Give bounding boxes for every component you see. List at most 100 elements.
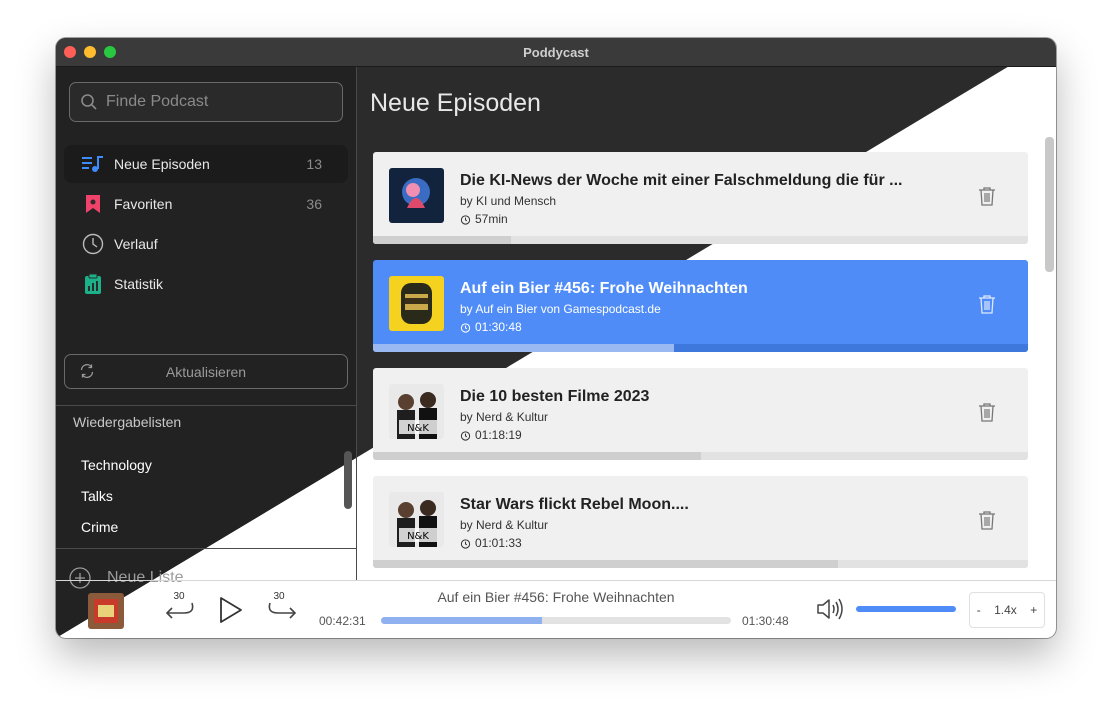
svg-text:N&K: N&K bbox=[407, 423, 429, 434]
episode-list-scrollbar[interactable] bbox=[1045, 137, 1054, 272]
window-title: Poddycast bbox=[523, 44, 589, 60]
episode-duration: 01:18:19 bbox=[460, 428, 522, 442]
volume-icon[interactable] bbox=[816, 598, 844, 620]
episode-duration-text: 01:18:19 bbox=[475, 428, 522, 442]
title-bar: Poddycast bbox=[56, 38, 1056, 67]
episode-card[interactable]: Auf ein Bier #456: Frohe Weihnachten by … bbox=[373, 260, 1028, 352]
app-window: Poddycast Finde Podcast Neue Episoden 13… bbox=[56, 38, 1056, 638]
sidebar: Neue Episoden 13 Favoriten 36 Verlauf bbox=[56, 67, 357, 589]
trash-icon[interactable] bbox=[978, 510, 996, 530]
episode-title: Die KI-News der Woche mit einer Falschme… bbox=[460, 172, 903, 189]
episode-progress-fill bbox=[373, 560, 839, 568]
sidebar-item-label: Neue Episoden bbox=[114, 156, 210, 172]
episode-duration: 01:30:48 bbox=[460, 320, 522, 334]
episode-author: by Auf ein Bier von Gamespodcast.de bbox=[460, 302, 661, 316]
window-controls bbox=[64, 46, 116, 58]
volume-slider[interactable] bbox=[856, 606, 956, 612]
playback-progress-fill bbox=[381, 617, 542, 624]
refresh-label: Aktualisieren bbox=[165, 363, 247, 380]
trash-icon[interactable] bbox=[978, 402, 996, 422]
speed-increase-button[interactable]: + bbox=[1030, 603, 1037, 617]
timer-icon bbox=[460, 538, 471, 549]
now-playing-cover[interactable] bbox=[88, 593, 124, 629]
svg-text:N&K: N&K bbox=[407, 531, 429, 542]
sidebar-item-label: Statistik bbox=[114, 276, 164, 292]
speed-value: 1.4x bbox=[994, 603, 1017, 617]
volume-fill bbox=[856, 606, 956, 612]
episode-card[interactable]: N&K Star Wars flickt Rebel Moon.... by N… bbox=[373, 476, 1028, 568]
refresh-button[interactable]: Aktualisieren bbox=[64, 354, 348, 389]
playlist-list: Technology Talks Crime bbox=[81, 457, 152, 550]
episode-author: by Nerd & Kultur bbox=[460, 410, 549, 424]
timer-icon bbox=[460, 214, 471, 225]
playlist-item-technology[interactable]: Technology bbox=[81, 457, 152, 488]
skip-back-seconds: 30 bbox=[173, 591, 185, 602]
search-box[interactable] bbox=[69, 82, 343, 122]
speed-decrease-button[interactable]: - bbox=[977, 603, 981, 617]
episode-author: by Nerd & Kultur bbox=[460, 518, 549, 532]
playlist-item-talks[interactable]: Talks bbox=[81, 488, 152, 519]
episode-title: Auf ein Bier #456: Frohe Weihnachten bbox=[460, 280, 748, 297]
podcast-cover-ki-und-mensch bbox=[389, 168, 444, 223]
episode-progress-fill bbox=[373, 236, 511, 244]
episode-duration: 57min bbox=[460, 212, 508, 226]
playlist-item-crime[interactable]: Crime bbox=[81, 519, 152, 550]
now-playing-title: Auf ein Bier #456: Frohe Weihnachten bbox=[437, 589, 675, 605]
music-list-icon bbox=[82, 153, 104, 175]
total-time: 01:30:48 bbox=[742, 614, 789, 628]
playback-progress-slider[interactable] bbox=[381, 617, 731, 624]
podcast-cover-auf-ein-bier bbox=[389, 276, 444, 331]
episode-duration-text: 01:01:33 bbox=[475, 536, 522, 550]
maximize-window-button[interactable] bbox=[104, 46, 116, 58]
episode-title: Star Wars flickt Rebel Moon.... bbox=[460, 496, 689, 513]
episode-title: Die 10 besten Filme 2023 bbox=[460, 388, 650, 405]
episode-author: by KI und Mensch bbox=[460, 194, 557, 208]
clipboard-chart-icon bbox=[82, 273, 104, 295]
episode-duration-text: 01:30:48 bbox=[475, 320, 522, 334]
playlists-heading: Wiedergabelisten bbox=[73, 414, 182, 430]
episode-duration: 01:01:33 bbox=[460, 536, 522, 550]
skip-forward-seconds: 30 bbox=[273, 591, 285, 602]
player-bar: 30 30 Auf ein Bier #456: Frohe Weihnacht… bbox=[56, 580, 1056, 638]
podcast-cover-nerd-und-kultur: N&K bbox=[389, 492, 444, 547]
episode-progress-bar bbox=[373, 236, 1028, 244]
episode-progress-bar bbox=[373, 344, 1028, 352]
page-title: Neue Episoden bbox=[370, 89, 541, 117]
sidebar-nav: Neue Episoden 13 Favoriten 36 Verlauf St… bbox=[64, 145, 348, 305]
sidebar-item-count: 36 bbox=[306, 196, 322, 212]
close-window-button[interactable] bbox=[64, 46, 76, 58]
clock-icon bbox=[82, 233, 104, 255]
play-button[interactable] bbox=[218, 596, 244, 624]
episode-progress-fill bbox=[373, 452, 701, 460]
search-icon bbox=[81, 94, 97, 110]
skip-forward-button[interactable]: 30 bbox=[264, 591, 298, 624]
speed-control: - 1.4x + bbox=[969, 592, 1045, 628]
episode-progress-bar bbox=[373, 560, 1028, 568]
sidebar-item-favoriten[interactable]: Favoriten 36 bbox=[64, 185, 348, 223]
episode-card[interactable]: Die KI-News der Woche mit einer Falschme… bbox=[373, 152, 1028, 244]
timer-icon bbox=[460, 430, 471, 441]
episode-duration-text: 57min bbox=[475, 212, 508, 226]
sidebar-scrollbar[interactable] bbox=[344, 451, 352, 509]
sidebar-item-label: Favoriten bbox=[114, 196, 173, 212]
episode-progress-fill bbox=[373, 344, 675, 352]
trash-icon[interactable] bbox=[978, 186, 996, 206]
sidebar-item-statistik[interactable]: Statistik bbox=[64, 265, 348, 303]
divider bbox=[56, 548, 356, 549]
sidebar-item-verlauf[interactable]: Verlauf bbox=[64, 225, 348, 263]
episode-card[interactable]: N&K Die 10 besten Filme 2023 by Nerd & K… bbox=[373, 368, 1028, 460]
minimize-window-button[interactable] bbox=[84, 46, 96, 58]
sidebar-item-neue-episoden[interactable]: Neue Episoden 13 bbox=[64, 145, 348, 183]
bookmark-icon bbox=[82, 193, 104, 215]
refresh-icon bbox=[80, 364, 94, 378]
search-input[interactable] bbox=[104, 92, 328, 112]
sidebar-item-count: 13 bbox=[306, 156, 322, 172]
main-content: Neue Episoden Die KI-News der Woche mit … bbox=[357, 67, 1056, 580]
timer-icon bbox=[460, 322, 471, 333]
episode-list: Die KI-News der Woche mit einer Falschme… bbox=[373, 152, 1028, 584]
current-time: 00:42:31 bbox=[319, 614, 366, 628]
sidebar-item-label: Verlauf bbox=[114, 236, 158, 252]
trash-icon[interactable] bbox=[978, 294, 996, 314]
skip-back-button[interactable]: 30 bbox=[164, 591, 198, 624]
divider bbox=[56, 405, 356, 406]
